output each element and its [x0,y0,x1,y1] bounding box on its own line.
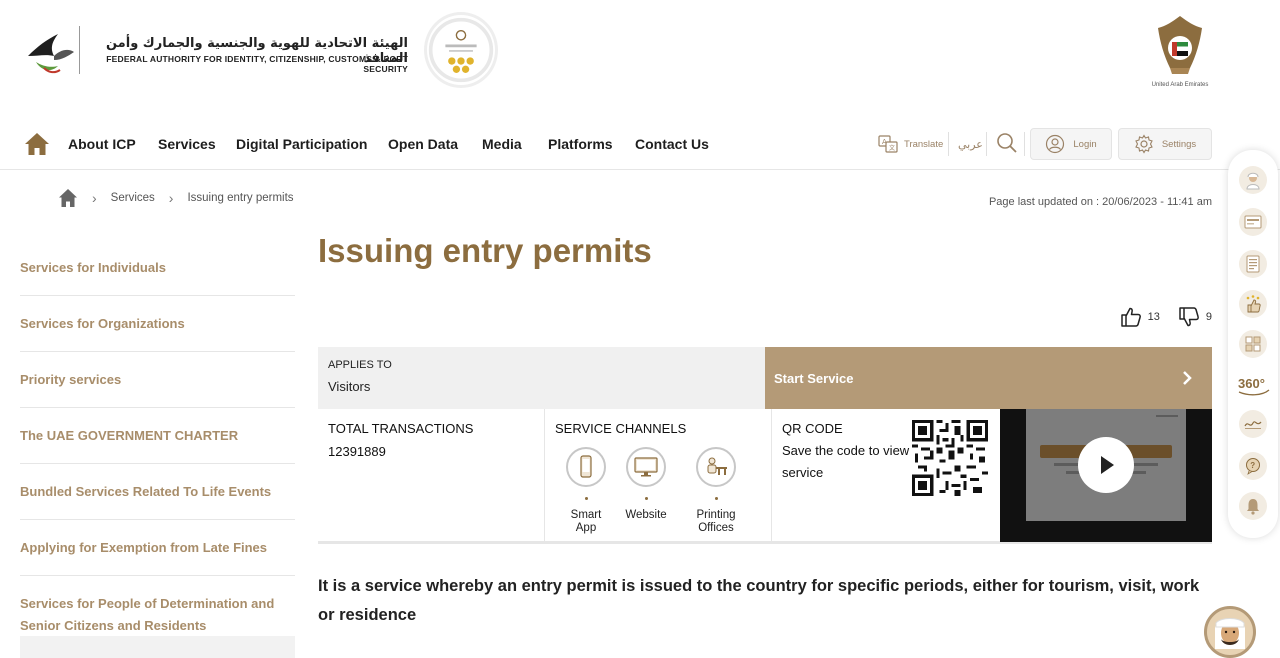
sidebar-item-charter[interactable]: The UAE GOVERNMENT CHARTER [20,408,295,464]
help-chat-icon[interactable]: ? [1239,452,1267,480]
login-button[interactable]: Login [1030,128,1112,160]
nav-contact-us[interactable]: Contact Us [635,136,709,152]
nav-divider [948,132,949,156]
card-icon[interactable] [1239,208,1267,236]
channel-dot [644,497,648,500]
nav-digital-participation[interactable]: Digital Participation [236,136,367,152]
authority-name-english: FEDERAL AUTHORITY FOR IDENTITY, CITIZENS… [106,54,408,74]
service-video-player[interactable] [1000,409,1212,542]
transactions-label: TOTAL TRANSACTIONS [328,421,474,436]
nav-services[interactable]: Services [158,136,216,152]
sidebar-next-item [20,636,295,658]
svg-text:360°: 360° [1238,376,1265,391]
start-service-label: Start Service [774,370,854,386]
dislikes-count: 9 [1205,311,1212,323]
sidebar-item-organizations[interactable]: Services for Organizations [20,296,295,352]
svg-text:A: A [882,138,887,146]
translate-button[interactable]: A 文 Translate [878,134,943,154]
arabic-language-link[interactable]: عربي [958,138,983,151]
channel-website-label: Website [625,509,667,521]
channel-printing-offices[interactable]: Printing Offices [691,447,741,535]
site-header: الهيئة الاتحادية للهوية والجنسية والجمار… [0,0,1280,110]
falcon-logo-icon[interactable] [24,26,76,76]
smartphone-icon [566,447,606,487]
likes-count: 13 [1147,311,1160,323]
thumbs-up-icon[interactable] [1120,306,1142,328]
translate-icon: A 文 [878,135,898,153]
nav-divider [1024,132,1025,156]
list-icon[interactable] [1239,250,1267,278]
login-label: Login [1073,138,1097,150]
accessibility-tool-rail: 360° ? [1228,150,1278,538]
qr-code-text: Save the code to view service [782,443,910,480]
page-title: Issuing entry permits [318,232,652,269]
page-last-updated: Page last updated on : 20/06/2023 - 11:4… [988,196,1212,208]
settings-label: Settings [1161,138,1197,150]
service-rating: 13 9 [1120,306,1212,328]
applies-to-label: APPLIES TO [328,359,392,371]
office-icon [696,447,736,487]
nav-divider [986,132,987,156]
channel-dot [584,497,588,500]
assistant-face-icon [1215,618,1245,649]
transactions-value: 12391889 [328,444,386,459]
play-icon [1101,456,1114,474]
sidebar-item-individuals[interactable]: Services for Individuals [20,240,295,296]
assistant-avatar-icon[interactable] [1239,166,1267,194]
sidebar-item-life-events[interactable]: Bundled Services Related To Life Events [20,464,295,520]
uae-label: United Arab Emirates [1151,82,1209,88]
main-navigation: About ICP Services Digital Participation… [0,118,1280,170]
sidebar-item-late-fines[interactable]: Applying for Exemption from Late Fines [20,520,295,576]
virtual-tour-360-icon[interactable]: 360° [1236,371,1272,400]
rating-stars-icon[interactable] [1239,290,1267,318]
breadcrumb: › Services › Issuing entry permits [58,188,294,208]
translate-label: Translate [904,138,944,150]
chevron-right-icon: › [92,190,97,206]
gear-icon [1135,134,1153,154]
svg-text:文: 文 [889,144,895,152]
sidebar-item-priority[interactable]: Priority services [20,352,295,408]
signature-icon[interactable] [1239,410,1267,438]
transactions-cell: TOTAL TRANSACTIONS 12391889 [318,409,545,541]
thumbs-down-icon[interactable] [1178,306,1200,328]
start-service-button[interactable]: Start Service [765,347,1212,409]
chevron-right-icon: › [168,190,174,206]
breadcrumb-home-icon[interactable] [58,188,78,208]
channel-smart-app-label: Smart App [570,509,602,534]
services-sidebar: Services for Individuals Services for Or… [20,240,295,653]
channel-printing-offices-label: Printing Offices [696,509,736,534]
play-button[interactable] [1078,437,1134,493]
channels-label: SERVICE CHANNELS [555,421,687,436]
applies-to-value: Visitors [328,379,371,394]
qr-code-icon[interactable] [912,420,988,496]
nav-media[interactable]: Media [482,136,522,152]
monitor-icon [626,447,666,487]
settings-button[interactable]: Settings [1118,128,1212,160]
channels-cell: SERVICE CHANNELS Smart App Website Print… [545,409,772,541]
user-icon [1046,134,1065,154]
virtual-assistant-avatar[interactable] [1204,606,1256,658]
award-badge-icon [424,12,498,88]
breadcrumb-services[interactable]: Services [111,192,155,204]
search-icon[interactable] [996,132,1018,154]
compare-icon[interactable] [1239,330,1267,358]
breadcrumb-current: Issuing entry permits [187,192,294,204]
chevron-right-icon [1183,371,1192,385]
nav-platforms[interactable]: Platforms [548,136,613,152]
nav-about-icp[interactable]: About ICP [68,136,136,152]
channel-dot [714,497,718,500]
channel-smart-app[interactable]: Smart App [561,447,611,535]
nav-open-data[interactable]: Open Data [388,136,458,152]
uae-emblem-icon [1158,16,1202,74]
logo-divider [79,26,80,74]
service-description: It is a service whereby an entry permit … [318,577,1200,624]
bell-icon[interactable] [1239,492,1267,520]
home-icon[interactable] [24,132,50,156]
svg-text:?: ? [1250,461,1255,470]
channel-website[interactable]: Website [621,447,671,522]
applies-to-panel: APPLIES TO Visitors [318,347,765,409]
